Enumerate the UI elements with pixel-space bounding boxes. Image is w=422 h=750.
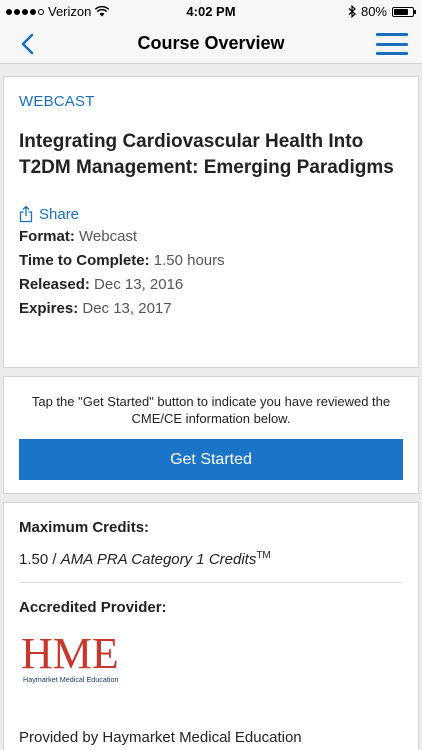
time-label: Time to Complete: [19, 252, 150, 269]
credits-card: Maximum Credits: 1.50 / AMA PRA Category… [3, 502, 419, 750]
released-value: Dec 13, 2016 [94, 276, 184, 293]
format-label: Format: [19, 228, 75, 245]
logo-text: HME [21, 630, 119, 678]
bluetooth-icon [348, 5, 356, 18]
course-title: Integrating Cardiovascular Health Into T… [19, 131, 394, 178]
battery-level [394, 8, 409, 15]
status-bar: Verizon 4:02 PM 80% [0, 0, 422, 24]
released-label: Released: [19, 276, 90, 293]
format-row: Format: Webcast [19, 225, 403, 249]
instruction-text: Tap the "Get Started" button to indicate… [31, 394, 391, 426]
hamburger-menu-icon[interactable] [374, 29, 410, 59]
expires-row: Expires: Dec 13, 2017 [19, 297, 403, 321]
provided-by-text: Provided by Haymarket Medical Education [19, 729, 302, 746]
released-row: Released: Dec 13, 2016 [19, 273, 403, 297]
trademark-mark: TM [256, 550, 271, 561]
navigation-bar: Course Overview [0, 24, 422, 64]
credits-amount: 1.50 / [19, 551, 61, 568]
course-info-card: WEBCAST Integrating Cardiovascular Healt… [3, 76, 419, 368]
credits-category: AMA PRA Category 1 Credits [60, 551, 257, 568]
course-category: WEBCAST [19, 93, 95, 110]
provider-label: Accredited Provider: [19, 599, 167, 616]
page-title: Course Overview [137, 33, 285, 53]
share-button[interactable]: Share [19, 205, 403, 223]
course-meta: Format: Webcast Time to Complete: 1.50 h… [19, 225, 403, 321]
status-right: 80% [348, 4, 416, 19]
credits-value: 1.50 / AMA PRA Category 1 CreditsTM [19, 550, 403, 568]
time-value: 1.50 hours [153, 252, 225, 269]
divider [19, 582, 403, 583]
max-credits-label: Maximum Credits: [19, 519, 150, 536]
share-icon [19, 205, 33, 223]
logo-subtext: Haymarket Medical Education [23, 675, 118, 684]
expires-value: Dec 13, 2017 [82, 300, 172, 317]
expires-label: Expires: [19, 300, 79, 317]
hme-logo: HME Haymarket Medical Education [21, 629, 119, 684]
time-row: Time to Complete: 1.50 hours [19, 249, 403, 273]
battery-icon [392, 6, 416, 17]
battery-percent: 80% [360, 4, 387, 19]
get-started-button[interactable]: Get Started [19, 439, 403, 480]
share-label: Share [39, 205, 80, 223]
format-value: Webcast [79, 228, 138, 245]
get-started-card: Tap the "Get Started" button to indicate… [3, 376, 419, 494]
